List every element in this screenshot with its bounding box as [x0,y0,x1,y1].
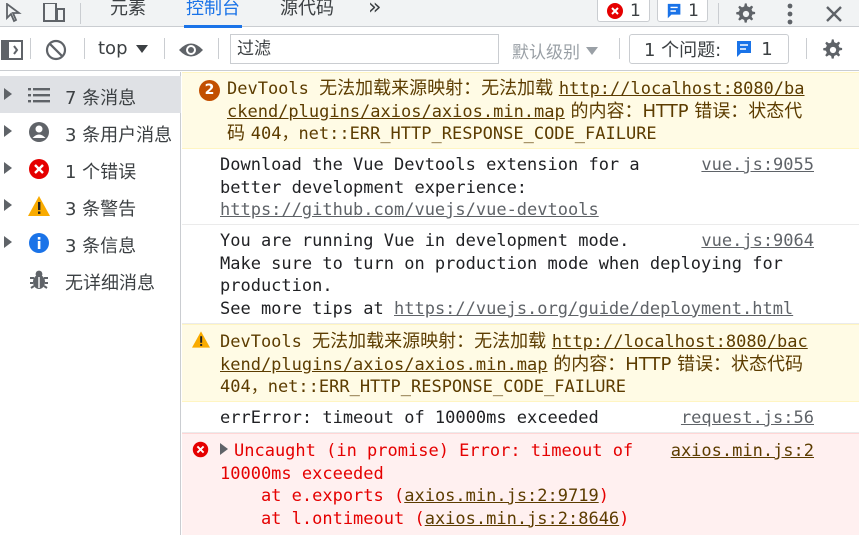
stack-frame-link[interactable]: axios.min.js:2:9719 [404,486,598,506]
message-text: Uncaught (in promise) Error: timeout of … [220,441,634,529]
expand-arrow-icon[interactable] [4,162,12,174]
tab-sources[interactable]: 源代码 [280,0,334,27]
stack-frame-link[interactable]: axios.min.js:2:8646 [425,509,619,529]
source-map-link[interactable]: ckend/plugins/axios/axios.min.map [227,102,565,122]
tab-elements[interactable]: 元素 [110,0,146,27]
separator [84,38,85,59]
console-log-message: errError: timeout of 10000ms exceeded re… [182,402,859,433]
warning-icon [192,331,212,351]
console-settings-gear-icon[interactable] [820,38,846,62]
source-map-link[interactable]: http://localhost:8080/bac [552,332,808,352]
expand-arrow-icon[interactable] [4,199,12,211]
device-toolbar-icon[interactable] [38,0,68,27]
source-link[interactable]: vue.js:9064 [701,230,814,253]
clear-console-icon[interactable] [44,38,68,62]
message-text: DevTools 无法加载来源映射：无法加载 http://localhost:… [220,331,808,397]
separator [30,38,31,59]
repeat-count-badge: 2 [199,80,220,101]
sidebar-item-info[interactable]: 3 条信息 [0,224,181,261]
inspect-element-icon[interactable] [0,0,30,27]
error-icon [27,157,50,180]
user-icon [27,120,50,143]
bug-icon [27,268,50,291]
console-messages: 2 DevTools 无法加载来源映射：无法加载 http://localhos… [182,72,859,535]
separator [164,38,165,59]
sidebar-item-errors[interactable]: 1 个错误 [0,150,181,187]
source-link[interactable]: request.js:56 [681,407,814,430]
sidebar-item-messages[interactable]: 7 条消息 [0,76,181,113]
console-warning-message: 2 DevTools 无法加载来源映射：无法加载 http://localhos… [182,72,859,149]
message-icon [667,3,681,18]
warning-icon [27,194,50,217]
filter-input[interactable] [230,34,499,64]
message-count-badge[interactable]: 1 [657,0,708,22]
more-tabs-button[interactable]: » [368,0,381,27]
sidebar-item-user-messages[interactable]: 3 条用户消息 [0,113,181,150]
console-warning-message: DevTools 无法加载来源映射：无法加载 http://localhost:… [182,324,859,402]
settings-gear-icon[interactable] [731,0,761,27]
message-text: Download the Vue Devtools extension for … [220,155,640,220]
sidebar-item-warnings[interactable]: 3 条警告 [0,187,181,224]
dropdown-arrow-icon [586,46,598,55]
console-toolbar: top 默认级别 1 个问题: 1 [0,28,859,71]
source-link[interactable]: vue.js:9055 [701,154,814,177]
close-icon[interactable] [818,0,850,27]
error-icon [607,2,623,19]
issues-button[interactable]: 1 个问题: 1 [629,34,789,64]
source-map-link[interactable]: http://localhost:8080/ba [559,79,805,99]
more-options-icon[interactable] [776,0,804,27]
vue-deployment-link[interactable]: https://vuejs.org/guide/deployment.html [394,299,793,319]
list-icon [27,83,50,106]
separator [718,3,719,24]
separator [218,38,219,59]
separator [806,38,807,59]
context-selector[interactable]: top [98,38,148,59]
console-log-message: Download the Vue Devtools extension for … [182,149,859,225]
console-sidebar: 7 条消息 3 条用户消息 1 个错误 3 条警告 3 条信息 无详细消息 [0,72,181,535]
separator [80,3,81,24]
separator [619,38,620,59]
devtools-tab-bar: 元素 控制台 源代码 » 1 1 [0,0,859,28]
sidebar-toggle-icon[interactable] [0,38,24,62]
dropdown-arrow-icon [135,44,148,53]
message-text: DevTools 无法加载来源映射：无法加载 http://localhost:… [227,78,805,144]
error-icon [192,441,212,461]
message-text: errError: timeout of 10000ms exceeded [220,408,599,428]
log-level-selector[interactable]: 默认级别 [512,38,598,63]
source-link[interactable]: axios.min.js:2 [671,440,814,463]
sidebar-item-verbose[interactable]: 无详细消息 [0,261,181,298]
expand-arrow-icon[interactable] [4,125,12,137]
expand-arrow-icon[interactable] [220,443,228,455]
expand-arrow-icon[interactable] [4,88,12,100]
message-icon [737,41,752,57]
vue-devtools-link[interactable]: https://github.com/vuejs/vue-devtools [220,200,599,220]
info-icon [27,231,50,254]
console-log-message: You are running Vue in development mode.… [182,225,859,324]
expand-arrow-icon[interactable] [4,236,12,248]
tab-console[interactable]: 控制台 [184,0,242,28]
console-error-message: Uncaught (in promise) Error: timeout of … [182,433,859,535]
error-count-badge[interactable]: 1 [597,0,650,22]
live-expression-eye-icon[interactable] [177,38,205,62]
source-map-link[interactable]: kend/plugins/axios/axios.min.map [220,355,548,375]
